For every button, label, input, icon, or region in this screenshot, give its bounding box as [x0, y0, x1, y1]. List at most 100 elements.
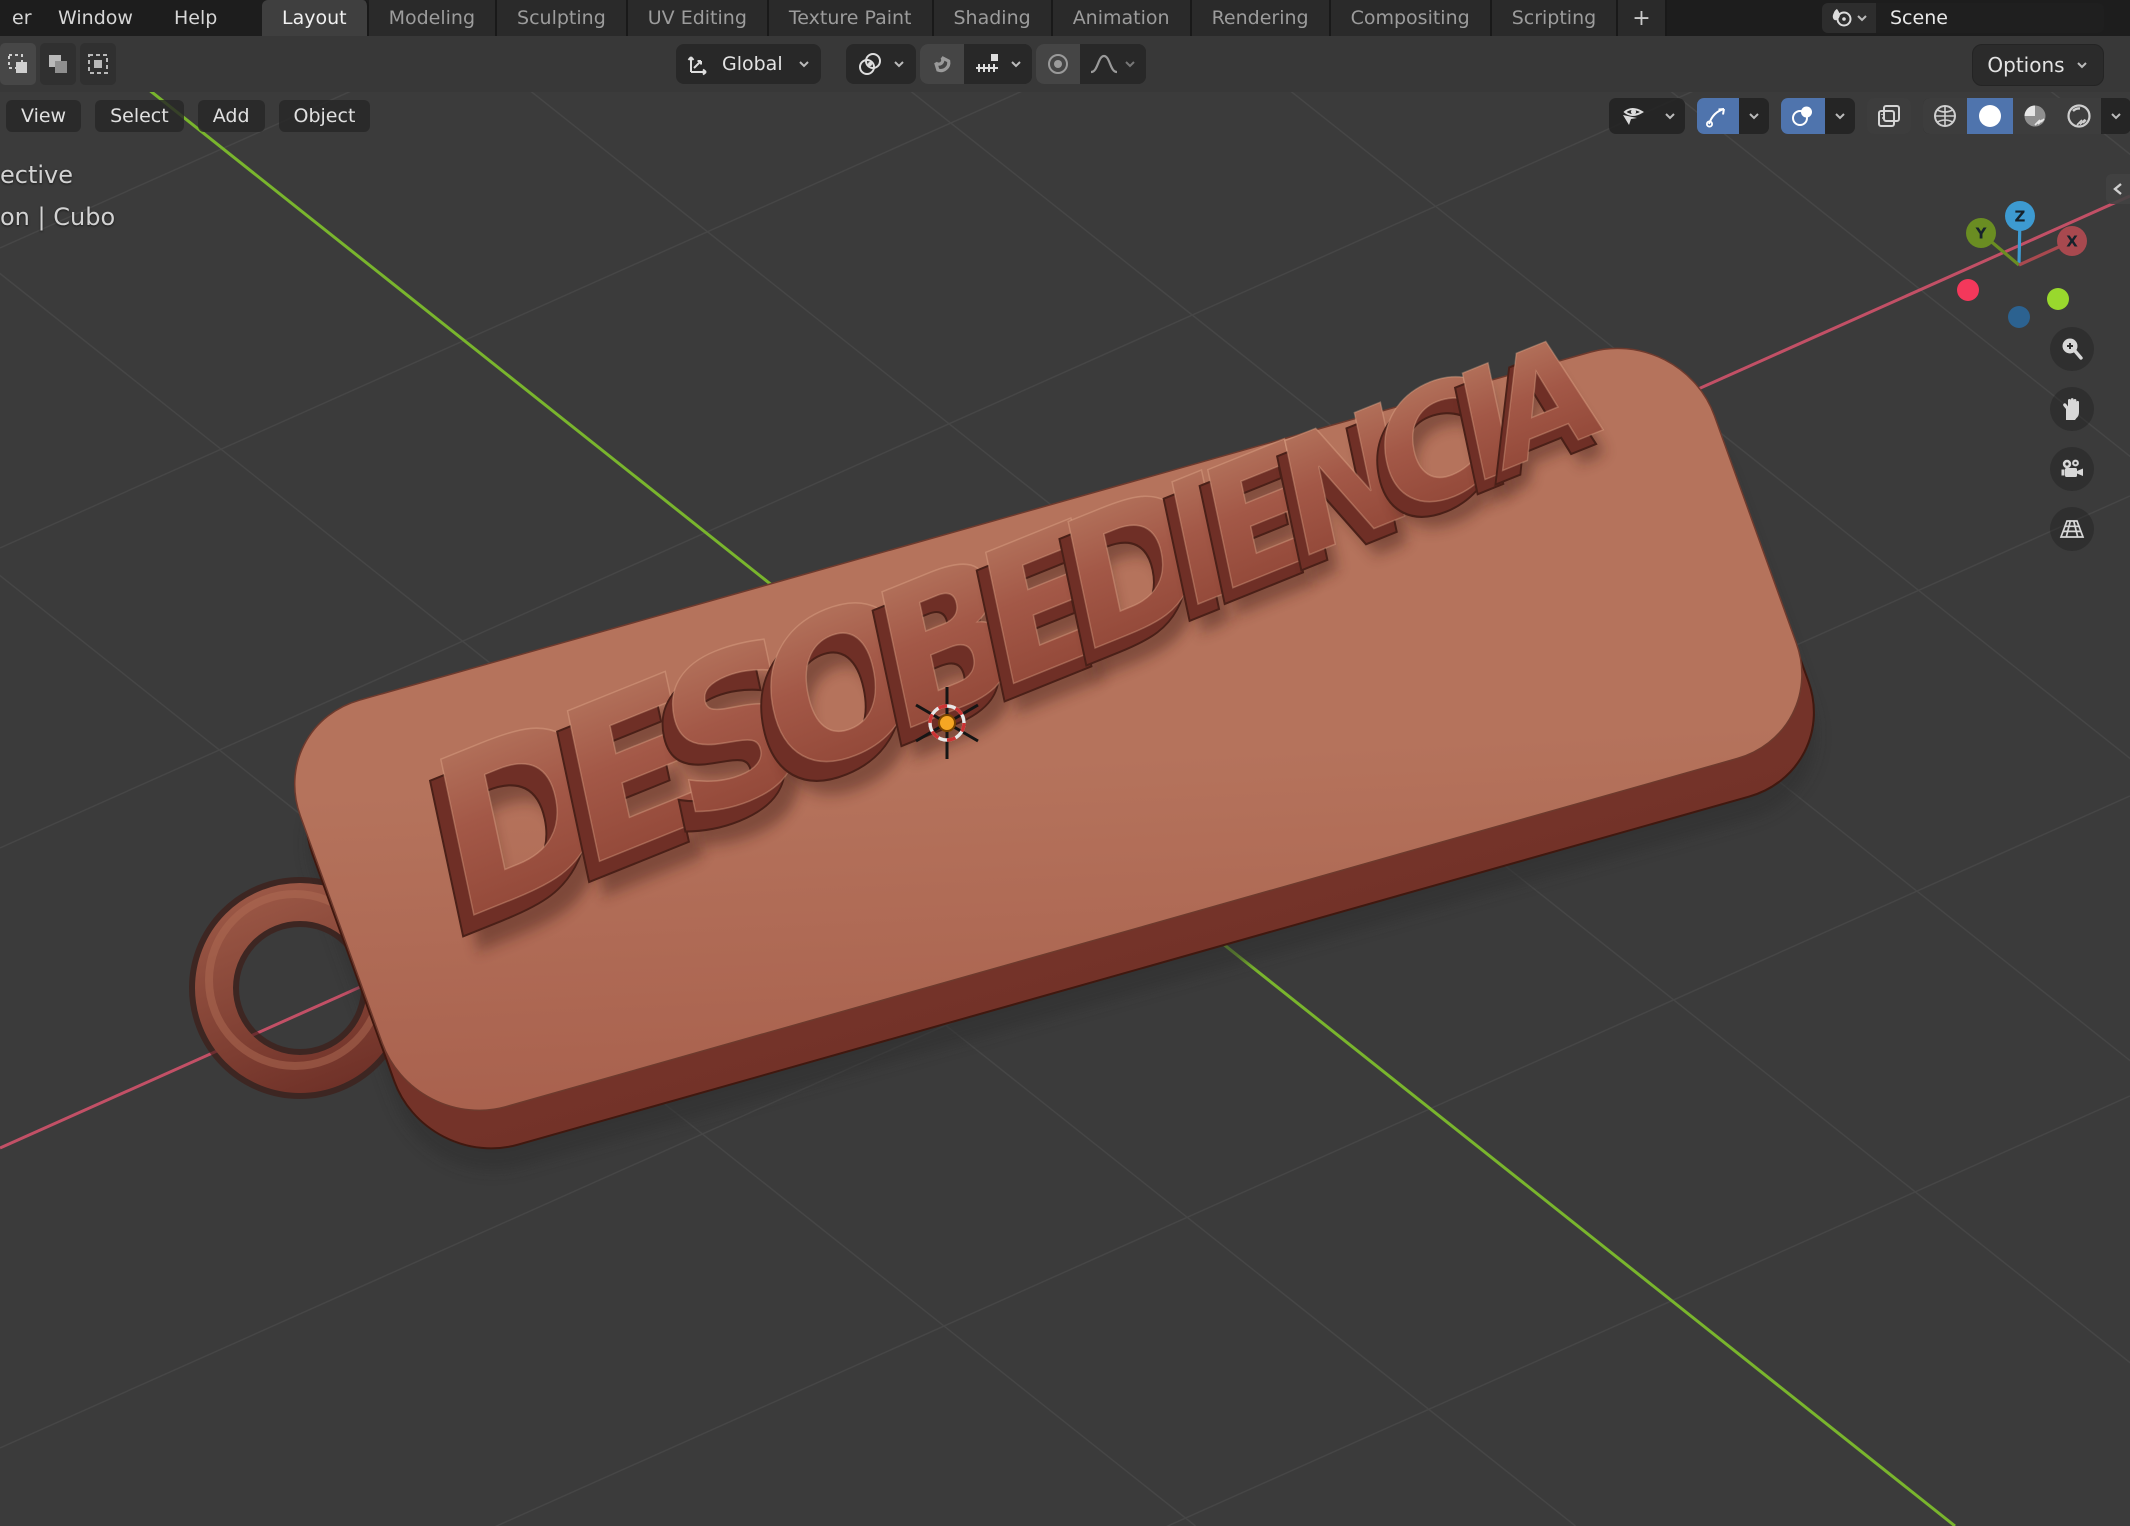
scene-name[interactable]: Scene — [1876, 3, 2104, 33]
proportional-edit-toggle[interactable] — [1036, 44, 1080, 84]
select-mode-subtract-button[interactable] — [80, 43, 116, 85]
chevron-down-icon — [2109, 111, 2123, 121]
workspace-tab-rendering[interactable]: Rendering — [1192, 0, 1331, 36]
pivot-point-dropdown[interactable] — [846, 44, 916, 84]
chevron-down-icon — [1747, 111, 1761, 121]
svg-text:X: X — [2066, 233, 2078, 251]
navigation-gizmo[interactable]: Z Y X — [1928, 160, 2118, 330]
gizmo-axis-y[interactable]: Y — [1966, 218, 1996, 248]
viewport-menu-object[interactable]: Object — [279, 100, 371, 132]
proportional-edit-group — [1036, 44, 1146, 84]
select-mode-new-button[interactable] — [0, 43, 36, 85]
falloff-curve-icon — [1089, 51, 1119, 77]
chevron-down-icon — [1663, 111, 1677, 121]
viewport-menu-select[interactable]: Select — [95, 100, 184, 132]
chevron-down-icon — [1009, 59, 1023, 69]
tool-settings-bar: Global — [0, 36, 2130, 92]
pivot-point-icon — [856, 50, 884, 78]
chevron-down-icon — [797, 59, 811, 69]
viewport-controls — [1597, 98, 2130, 134]
workspace-tab-layout[interactable]: Layout — [262, 0, 369, 36]
workspace-tab-compositing[interactable]: Compositing — [1331, 0, 1492, 36]
shading-solid-button[interactable] — [1967, 98, 2013, 134]
toggle-xray-button[interactable] — [1867, 98, 1911, 134]
viewport-menu-add[interactable]: Add — [198, 100, 265, 132]
viewport-header: View Select Add Object — [6, 100, 370, 132]
scene-browse-button[interactable] — [1822, 3, 1876, 33]
gizmos-group — [1697, 98, 1769, 134]
select-subtract-icon — [87, 53, 109, 75]
hand-pan-icon — [2059, 396, 2085, 422]
workspace-tab-modeling[interactable]: Modeling — [369, 0, 497, 36]
chevron-left-icon — [2112, 182, 2124, 196]
zoom-button[interactable] — [2050, 327, 2094, 371]
scene-icon — [1830, 6, 1856, 30]
camera-icon — [2058, 456, 2086, 482]
menu-help[interactable]: Help — [168, 0, 223, 36]
viewport-info-overlay: ective on | Cubo — [0, 154, 115, 238]
snap-magnet-icon — [929, 51, 955, 77]
rendered-shading-icon — [2065, 102, 2093, 130]
snap-toggle-button[interactable] — [920, 44, 964, 84]
pan-button[interactable] — [2050, 387, 2094, 431]
chevron-down-icon — [2075, 60, 2089, 70]
orientation-axes-icon — [686, 51, 712, 77]
object-visibility-button[interactable] — [1609, 98, 1655, 134]
chevron-down-icon — [1833, 111, 1847, 121]
workspace-tab-scripting[interactable]: Scripting — [1492, 0, 1619, 36]
gizmo-axis-negative[interactable] — [2008, 306, 2030, 328]
viewport-3d[interactable]: DDDEEESSSOOOBBBEEEDDDIIIEEENNNCCCIIIAAA … — [0, 92, 2130, 1526]
select-set-icon — [7, 53, 29, 75]
workspace-tab-animation[interactable]: Animation — [1053, 0, 1192, 36]
gizmo-axis-x[interactable]: X — [2057, 226, 2087, 256]
shading-material-button[interactable] — [2013, 98, 2057, 134]
chevron-down-icon — [1856, 13, 1868, 23]
scene-selector: Scene — [1822, 2, 2104, 34]
overlays-icon — [1789, 103, 1817, 129]
gizmo-axis-negative[interactable] — [2047, 288, 2069, 310]
proportional-falloff-dropdown[interactable] — [1080, 44, 1146, 84]
gizmo-axis-negative[interactable] — [1957, 279, 1979, 301]
gizmo-axis-z[interactable]: Z — [2005, 201, 2035, 231]
top-menu-bar: er Window Help LayoutModelingSculptingUV E… — [0, 0, 2130, 36]
menu-window[interactable]: Window — [52, 0, 139, 36]
chevron-down-icon — [1123, 59, 1137, 69]
object-origin-dot — [939, 715, 955, 731]
transform-orientation-dropdown[interactable]: Global — [676, 44, 821, 84]
snap-settings-dropdown[interactable] — [964, 44, 1032, 84]
toggle-orthographic-button[interactable] — [2050, 507, 2094, 551]
workspace-tab-uv-editing[interactable]: UV Editing — [628, 0, 769, 36]
options-label: Options — [1987, 53, 2064, 77]
blender-window: er Window Help LayoutModelingSculptingUV E… — [0, 0, 2130, 1526]
options-dropdown[interactable]: Options — [1972, 44, 2104, 86]
gizmos-dropdown[interactable] — [1739, 98, 1769, 134]
camera-view-button[interactable] — [2050, 447, 2094, 491]
workspace-tab-texture-paint[interactable]: Texture Paint — [769, 0, 934, 36]
add-workspace-button[interactable]: + — [1618, 0, 1666, 36]
workspace-tabs: LayoutModelingSculptingUV EditingTexture… — [262, 0, 1667, 36]
sidebar-collapse-arrow[interactable] — [2106, 174, 2130, 204]
visibility-eye-icon — [1617, 103, 1647, 129]
proportional-editing-icon — [1045, 51, 1071, 77]
show-gizmos-toggle[interactable] — [1697, 98, 1739, 134]
shading-dropdown[interactable] — [2101, 98, 2130, 134]
shading-modes-group — [1923, 98, 2130, 134]
shading-wireframe-button[interactable] — [1923, 98, 1967, 134]
shading-rendered-button[interactable] — [2057, 98, 2101, 134]
perspective-grid-icon — [2058, 516, 2086, 542]
visibility-dropdown[interactable] — [1655, 98, 1685, 134]
workspace-tab-shading[interactable]: Shading — [934, 0, 1053, 36]
show-overlays-toggle[interactable] — [1781, 98, 1825, 134]
keychain-model[interactable]: DDDEEESSSOOOBBBEEEDDDIIIEEENNNCCCIIIAAA — [209, 298, 1843, 1192]
select-mode-extend-button[interactable] — [40, 43, 76, 85]
visibility-group — [1609, 98, 1685, 134]
overlays-group — [1781, 98, 1855, 134]
menu-er[interactable]: er — [6, 0, 38, 36]
workspace-tab-sculpting[interactable]: Sculpting — [497, 0, 628, 36]
svg-text:Z: Z — [2015, 208, 2026, 226]
solid-shading-icon — [1975, 102, 2005, 130]
active-object-label: on | Cubo — [0, 196, 115, 238]
overlays-dropdown[interactable] — [1825, 98, 1855, 134]
gizmo-icon — [1705, 103, 1731, 129]
viewport-menu-view[interactable]: View — [6, 100, 81, 132]
